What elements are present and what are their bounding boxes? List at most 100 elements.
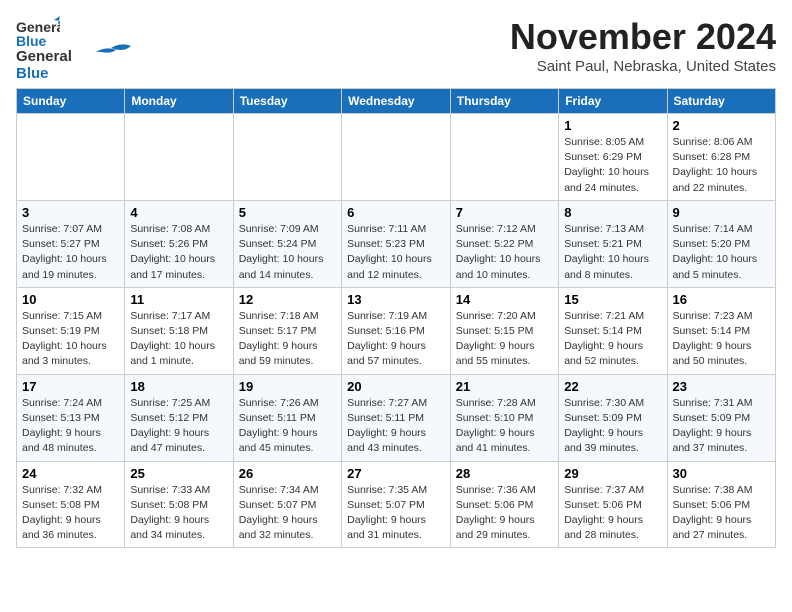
svg-text:Blue: Blue bbox=[16, 65, 49, 80]
day-number: 13 bbox=[347, 292, 445, 307]
day-info: Sunrise: 7:07 AM Sunset: 5:27 PM Dayligh… bbox=[22, 222, 119, 283]
calendar-cell bbox=[125, 114, 233, 201]
svg-text:General: General bbox=[16, 48, 72, 65]
calendar-cell: 2 Sunrise: 8:06 AM Sunset: 6:28 PM Daylig… bbox=[667, 114, 776, 201]
calendar-cell: 12 Sunrise: 7:18 AM Sunset: 5:17 PM Dayli… bbox=[233, 287, 341, 374]
day-info: Sunrise: 7:25 AM Sunset: 5:12 PM Dayligh… bbox=[130, 396, 227, 457]
calendar-cell: 11 Sunrise: 7:17 AM Sunset: 5:18 PM Dayli… bbox=[125, 287, 233, 374]
day-number: 22 bbox=[564, 379, 661, 394]
day-number: 17 bbox=[22, 379, 119, 394]
calendar-week-row: 24 Sunrise: 7:32 AM Sunset: 5:08 PM Dayli… bbox=[17, 461, 776, 548]
calendar-cell: 18 Sunrise: 7:25 AM Sunset: 5:12 PM Dayli… bbox=[125, 374, 233, 461]
day-number: 12 bbox=[239, 292, 336, 307]
day-info: Sunrise: 7:11 AM Sunset: 5:23 PM Dayligh… bbox=[347, 222, 445, 283]
day-number: 11 bbox=[130, 292, 227, 307]
calendar-cell: 30Sunrise: 7:38 AM Sunset: 5:06 PM Dayli… bbox=[667, 461, 776, 548]
calendar-cell: 20 Sunrise: 7:27 AM Sunset: 5:11 PM Dayli… bbox=[342, 374, 451, 461]
day-info: Sunrise: 7:21 AM Sunset: 5:14 PM Dayligh… bbox=[564, 309, 661, 370]
calendar-cell bbox=[17, 114, 125, 201]
calendar-cell: 3Sunrise: 7:07 AM Sunset: 5:27 PM Daylig… bbox=[17, 200, 125, 287]
day-number: 8 bbox=[564, 205, 661, 220]
day-number: 15 bbox=[564, 292, 661, 307]
day-info: Sunrise: 7:30 AM Sunset: 5:09 PM Dayligh… bbox=[564, 396, 661, 457]
day-info: Sunrise: 7:18 AM Sunset: 5:17 PM Dayligh… bbox=[239, 309, 336, 370]
calendar-cell: 13 Sunrise: 7:19 AM Sunset: 5:16 PM Dayli… bbox=[342, 287, 451, 374]
day-info: Sunrise: 8:06 AM Sunset: 6:28 PM Dayligh… bbox=[673, 135, 771, 196]
calendar-cell: 16 Sunrise: 7:23 AM Sunset: 5:14 PM Dayli… bbox=[667, 287, 776, 374]
column-header-wednesday: Wednesday bbox=[342, 89, 451, 114]
day-info: Sunrise: 7:32 AM Sunset: 5:08 PM Dayligh… bbox=[22, 483, 119, 544]
day-number: 26 bbox=[239, 466, 336, 481]
day-info: Sunrise: 7:33 AM Sunset: 5:08 PM Dayligh… bbox=[130, 483, 227, 544]
day-number: 27 bbox=[347, 466, 445, 481]
calendar-cell: 15 Sunrise: 7:21 AM Sunset: 5:14 PM Dayli… bbox=[559, 287, 667, 374]
column-header-saturday: Saturday bbox=[667, 89, 776, 114]
calendar-cell: 5 Sunrise: 7:09 AM Sunset: 5:24 PM Daylig… bbox=[233, 200, 341, 287]
day-info: Sunrise: 7:34 AM Sunset: 5:07 PM Dayligh… bbox=[239, 483, 336, 544]
calendar-week-row: 10 Sunrise: 7:15 AM Sunset: 5:19 PM Dayli… bbox=[17, 287, 776, 374]
calendar-cell: 17 Sunrise: 7:24 AM Sunset: 5:13 PM Dayli… bbox=[17, 374, 125, 461]
column-header-thursday: Thursday bbox=[450, 89, 558, 114]
day-number: 16 bbox=[673, 292, 771, 307]
calendar-cell: 6Sunrise: 7:11 AM Sunset: 5:23 PM Daylig… bbox=[342, 200, 451, 287]
column-header-monday: Monday bbox=[125, 89, 233, 114]
day-info: Sunrise: 7:09 AM Sunset: 5:24 PM Dayligh… bbox=[239, 222, 336, 283]
calendar-cell: 7 Sunrise: 7:12 AM Sunset: 5:22 PM Daylig… bbox=[450, 200, 558, 287]
calendar-cell bbox=[342, 114, 451, 201]
calendar-cell: 25 Sunrise: 7:33 AM Sunset: 5:08 PM Dayli… bbox=[125, 461, 233, 548]
day-info: Sunrise: 7:12 AM Sunset: 5:22 PM Dayligh… bbox=[456, 222, 553, 283]
day-info: Sunrise: 7:08 AM Sunset: 5:26 PM Dayligh… bbox=[130, 222, 227, 283]
day-number: 4 bbox=[130, 205, 227, 220]
calendar-cell: 24 Sunrise: 7:32 AM Sunset: 5:08 PM Dayli… bbox=[17, 461, 125, 548]
calendar-cell: 19Sunrise: 7:26 AM Sunset: 5:11 PM Dayli… bbox=[233, 374, 341, 461]
calendar-cell: 28Sunrise: 7:36 AM Sunset: 5:06 PM Dayli… bbox=[450, 461, 558, 548]
calendar-cell: 14 Sunrise: 7:20 AM Sunset: 5:15 PM Dayli… bbox=[450, 287, 558, 374]
day-number: 29 bbox=[564, 466, 661, 481]
day-number: 20 bbox=[347, 379, 445, 394]
page-header: General Blue General Blue November 2024 … bbox=[16, 16, 776, 80]
day-number: 2 bbox=[673, 118, 771, 133]
logo: General Blue General Blue bbox=[16, 16, 136, 80]
calendar-cell: 23Sunrise: 7:31 AM Sunset: 5:09 PM Dayli… bbox=[667, 374, 776, 461]
day-number: 25 bbox=[130, 466, 227, 481]
calendar-week-row: 17 Sunrise: 7:24 AM Sunset: 5:13 PM Dayli… bbox=[17, 374, 776, 461]
calendar-cell: 4 Sunrise: 7:08 AM Sunset: 5:26 PM Daylig… bbox=[125, 200, 233, 287]
column-header-sunday: Sunday bbox=[17, 89, 125, 114]
day-info: Sunrise: 7:35 AM Sunset: 5:07 PM Dayligh… bbox=[347, 483, 445, 544]
day-number: 1 bbox=[564, 118, 661, 133]
calendar-cell: 21 Sunrise: 7:28 AM Sunset: 5:10 PM Dayli… bbox=[450, 374, 558, 461]
day-info: Sunrise: 8:05 AM Sunset: 6:29 PM Dayligh… bbox=[564, 135, 661, 196]
location-subtitle: Saint Paul, Nebraska, United States bbox=[510, 58, 776, 75]
calendar-cell: 8Sunrise: 7:13 AM Sunset: 5:21 PM Daylig… bbox=[559, 200, 667, 287]
logo-svg: General Blue bbox=[16, 44, 136, 80]
day-info: Sunrise: 7:15 AM Sunset: 5:19 PM Dayligh… bbox=[22, 309, 119, 370]
day-number: 30 bbox=[673, 466, 771, 481]
calendar-cell: 10 Sunrise: 7:15 AM Sunset: 5:19 PM Dayli… bbox=[17, 287, 125, 374]
calendar-cell: 9Sunrise: 7:14 AM Sunset: 5:20 PM Daylig… bbox=[667, 200, 776, 287]
day-info: Sunrise: 7:36 AM Sunset: 5:06 PM Dayligh… bbox=[456, 483, 553, 544]
day-number: 24 bbox=[22, 466, 119, 481]
day-number: 21 bbox=[456, 379, 553, 394]
calendar-week-row: 1 Sunrise: 8:05 AM Sunset: 6:29 PM Daylig… bbox=[17, 114, 776, 201]
column-header-friday: Friday bbox=[559, 89, 667, 114]
day-info: Sunrise: 7:19 AM Sunset: 5:16 PM Dayligh… bbox=[347, 309, 445, 370]
day-number: 7 bbox=[456, 205, 553, 220]
day-info: Sunrise: 7:23 AM Sunset: 5:14 PM Dayligh… bbox=[673, 309, 771, 370]
calendar-cell bbox=[450, 114, 558, 201]
day-info: Sunrise: 7:27 AM Sunset: 5:11 PM Dayligh… bbox=[347, 396, 445, 457]
title-block: November 2024 Saint Paul, Nebraska, Unit… bbox=[510, 16, 776, 75]
day-info: Sunrise: 7:17 AM Sunset: 5:18 PM Dayligh… bbox=[130, 309, 227, 370]
day-info: Sunrise: 7:14 AM Sunset: 5:20 PM Dayligh… bbox=[673, 222, 771, 283]
calendar-cell: 1 Sunrise: 8:05 AM Sunset: 6:29 PM Daylig… bbox=[559, 114, 667, 201]
day-info: Sunrise: 7:24 AM Sunset: 5:13 PM Dayligh… bbox=[22, 396, 119, 457]
day-info: Sunrise: 7:26 AM Sunset: 5:11 PM Dayligh… bbox=[239, 396, 336, 457]
column-header-tuesday: Tuesday bbox=[233, 89, 341, 114]
day-info: Sunrise: 7:28 AM Sunset: 5:10 PM Dayligh… bbox=[456, 396, 553, 457]
calendar-cell: 22 Sunrise: 7:30 AM Sunset: 5:09 PM Dayli… bbox=[559, 374, 667, 461]
day-number: 14 bbox=[456, 292, 553, 307]
day-number: 10 bbox=[22, 292, 119, 307]
day-number: 18 bbox=[130, 379, 227, 394]
day-info: Sunrise: 7:20 AM Sunset: 5:15 PM Dayligh… bbox=[456, 309, 553, 370]
day-number: 5 bbox=[239, 205, 336, 220]
calendar-table: SundayMondayTuesdayWednesdayThursdayFrid… bbox=[16, 88, 776, 548]
